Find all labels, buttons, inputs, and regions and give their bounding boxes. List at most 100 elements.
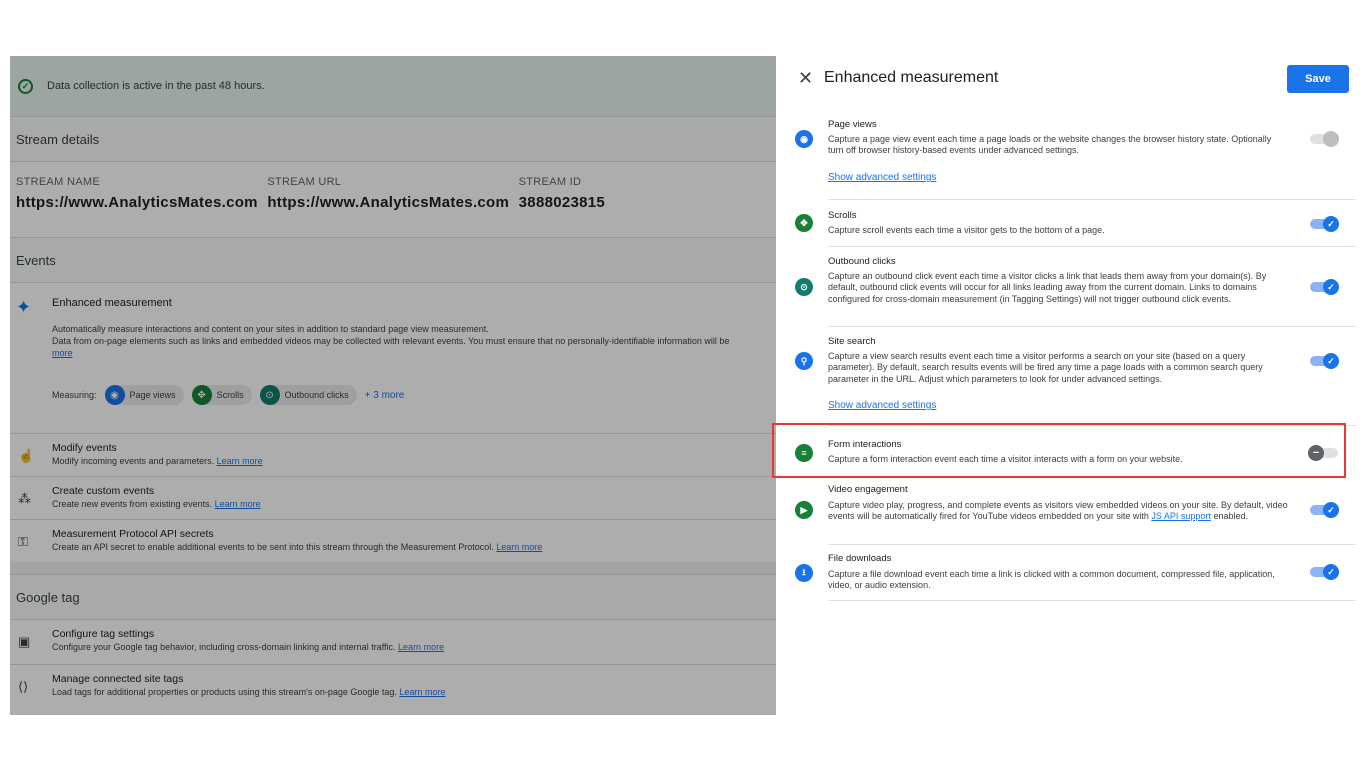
- field-label: STREAM ID: [518, 176, 582, 188]
- field-value: https://www.AnalyticsMates.com: [16, 194, 258, 211]
- file-downloads-toggle[interactable]: ✓: [1310, 564, 1339, 580]
- enhanced-desc-line: Data from on-page elements such as links…: [52, 336, 730, 346]
- sparkle-icon: ✦: [16, 297, 32, 317]
- setting-description: Capture an outbound click event each tim…: [828, 271, 1267, 304]
- field-label: STREAM URL: [267, 176, 342, 188]
- touch-icon: ☝: [18, 448, 35, 463]
- download-icon: ⭳: [795, 564, 813, 582]
- eye-icon: ◉: [795, 130, 813, 148]
- setting-description: Capture scroll events each time a visito…: [828, 225, 1105, 235]
- stream-name-field: STREAM NAME https://www.AnalyticsMates.c…: [16, 176, 267, 211]
- page-views-toggle[interactable]: [1310, 131, 1339, 147]
- setting-file-downloads: ⭳ File downloads Capture a file download…: [795, 545, 1356, 601]
- site-search-toggle[interactable]: ✓: [1310, 353, 1339, 369]
- mouse-icon: ⊙: [795, 278, 813, 296]
- row-title: Create custom events: [52, 485, 155, 497]
- more-chips-link[interactable]: + 3 more: [365, 390, 405, 401]
- learn-more-link[interactable]: Learn more: [215, 499, 261, 509]
- enhanced-desc-line: Automatically measure interactions and c…: [52, 324, 489, 334]
- setting-description: Capture a view search results event each…: [828, 351, 1263, 384]
- setting-description: Capture a file download event each time …: [828, 569, 1275, 591]
- js-api-support-link[interactable]: JS API support: [1151, 511, 1211, 521]
- setting-video-engagement: ▶ Video engagement Capture video play, p…: [795, 480, 1356, 545]
- setting-description: Capture video play, progress, and comple…: [828, 500, 1288, 523]
- stream-details: STREAM NAME https://www.AnalyticsMates.c…: [10, 162, 776, 237]
- stream-page: ✓ Data collection is active in the past …: [10, 56, 776, 715]
- row-title: Modify events: [52, 442, 117, 454]
- check-icon: ✓: [1323, 279, 1339, 295]
- scrolls-toggle[interactable]: ✓: [1310, 216, 1339, 232]
- enhanced-measurement-row[interactable]: ✦ Enhanced measurement Automatically mea…: [10, 283, 776, 433]
- learn-more-link[interactable]: Learn more: [217, 456, 263, 466]
- stream-url-field: STREAM URL https://www.AnalyticsMates.co…: [267, 176, 518, 211]
- save-button[interactable]: Save: [1287, 65, 1349, 93]
- learn-more-link[interactable]: Learn more: [398, 642, 444, 652]
- show-advanced-settings-link[interactable]: Show advanced settings: [828, 172, 936, 183]
- status-banner: ✓ Data collection is active in the past …: [10, 56, 776, 116]
- learn-more-link[interactable]: Learn more: [496, 542, 542, 552]
- setting-page-views: ◉ Page views Capture a page view event e…: [795, 108, 1356, 200]
- setting-title: Scrolls: [828, 210, 857, 221]
- chip-label: Outbound clicks: [284, 390, 349, 400]
- tag-icon: ▣: [18, 634, 31, 649]
- app-frame: ✓ Data collection is active in the past …: [10, 56, 1356, 715]
- field-label: STREAM NAME: [16, 176, 100, 188]
- chip-scrolls: ✥ Scrolls: [191, 385, 252, 405]
- field-value: 3888023815: [518, 194, 606, 211]
- chip-outbound-clicks: ⊙ Outbound clicks: [259, 385, 357, 405]
- check-circle-icon: ✓: [18, 78, 33, 94]
- panel-title: Enhanced measurement: [824, 69, 999, 86]
- row-title: Manage connected site tags: [52, 673, 184, 685]
- measurement-protocol-row[interactable]: ⚿ Measurement Protocol API secrets Creat…: [10, 519, 776, 562]
- modify-events-row[interactable]: ☝ Modify events Modify incoming events a…: [10, 433, 776, 476]
- chip-page-views: ◉ Page views: [104, 385, 184, 405]
- panel-header: ✕ Enhanced measurement Save: [776, 56, 1356, 104]
- learn-more-link[interactable]: Learn more: [399, 687, 445, 697]
- row-desc-text: Create new events from existing events.: [52, 499, 213, 509]
- toggle-knob: [1323, 131, 1339, 147]
- setting-title: File downloads: [828, 553, 892, 564]
- row-desc-text: Configure your Google tag behavior, incl…: [52, 642, 396, 652]
- configure-tag-row[interactable]: ▣ Configure tag settings Configure your …: [10, 620, 776, 664]
- show-advanced-settings-link[interactable]: Show advanced settings: [828, 400, 936, 411]
- check-icon: ✓: [1323, 502, 1339, 518]
- more-link[interactable]: more: [52, 347, 729, 359]
- section-gap: [10, 562, 776, 574]
- row-desc-text: Modify incoming events and parameters.: [52, 456, 215, 466]
- setting-title: Outbound clicks: [828, 256, 896, 267]
- row-description: Modify incoming events and parameters. L…: [52, 456, 263, 466]
- row-desc-text: Create an API secret to enable additiona…: [52, 542, 494, 552]
- highlight-box: [772, 423, 1346, 478]
- stream-details-heading: Stream details: [10, 116, 776, 162]
- create-custom-events-row[interactable]: ⁂ Create custom events Create new events…: [10, 476, 776, 519]
- stream-id-field: STREAM ID 3888023815: [519, 176, 770, 211]
- magic-click-icon: ⁂: [18, 491, 31, 506]
- row-title: Configure tag settings: [52, 628, 155, 640]
- status-text: Data collection is active in the past 48…: [47, 80, 265, 92]
- chip-label: Page views: [129, 390, 176, 400]
- setting-title: Video engagement: [828, 484, 908, 495]
- code-icon: ⟨⟩: [18, 679, 29, 694]
- connected-site-tags-row[interactable]: ⟨⟩ Manage connected site tags Load tags …: [10, 664, 776, 707]
- mouse-icon: ⊙: [259, 385, 280, 405]
- video-engagement-toggle[interactable]: ✓: [1310, 502, 1339, 518]
- scroll-icon: ✥: [795, 214, 813, 232]
- outbound-clicks-toggle[interactable]: ✓: [1310, 279, 1339, 295]
- play-icon: ▶: [795, 501, 813, 519]
- check-icon: ✓: [1323, 353, 1339, 369]
- check-icon: ✓: [1323, 216, 1339, 232]
- close-icon[interactable]: ✕: [798, 68, 813, 89]
- setting-title: Page views: [828, 119, 877, 130]
- google-tag-heading: Google tag: [10, 574, 776, 620]
- chip-label: Scrolls: [216, 390, 244, 400]
- setting-scrolls: ✥ Scrolls Capture scroll events each tim…: [795, 200, 1356, 247]
- enhanced-title: Enhanced measurement: [52, 297, 172, 309]
- eye-icon: ◉: [104, 385, 125, 405]
- setting-outbound-clicks: ⊙ Outbound clicks Capture an outbound cl…: [795, 247, 1356, 327]
- row-description: Configure your Google tag behavior, incl…: [52, 642, 444, 652]
- scroll-icon: ✥: [191, 385, 212, 405]
- setting-description: Capture a page view event each time a pa…: [828, 134, 1272, 156]
- field-value: https://www.AnalyticsMates.com: [267, 194, 510, 211]
- row-description: Create an API secret to enable additiona…: [52, 542, 542, 552]
- setting-site-search: ⚲ Site search Capture a view search resu…: [795, 327, 1356, 426]
